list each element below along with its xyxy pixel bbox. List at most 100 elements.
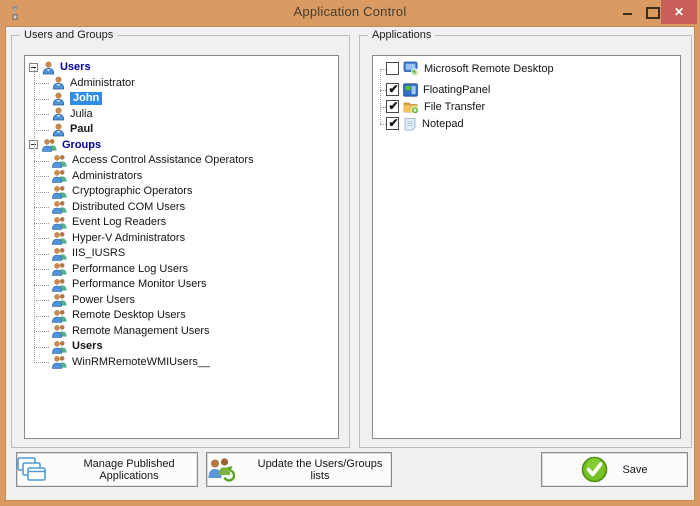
checkbox-floatingpanel-checked[interactable]: ✔ [386, 82, 399, 96]
tree-item-winrmremotewmiusers[interactable]: WinRMRemoteWMIUsers__ [25, 355, 338, 371]
group-icon [52, 216, 67, 230]
group-icon [52, 355, 67, 369]
checkbox-file-transfer-checked[interactable]: ✔ [386, 99, 399, 113]
app-item-floatingpanel[interactable]: ✔ FloatingPanel [373, 81, 680, 98]
tree-connector-line [34, 315, 49, 317]
tree-item-label: IIS_IUSRS [72, 247, 126, 260]
cascading-windows-icon [17, 456, 47, 483]
tree-connector-line [34, 331, 49, 333]
app-item-label: File Transfer [424, 100, 486, 113]
tree-item-label: Paul [70, 123, 94, 136]
tree-item-users[interactable]: Users [25, 339, 338, 355]
tree-item-label: Administrator [70, 76, 135, 89]
group-icon [52, 324, 67, 338]
tree-connector-line [34, 114, 49, 116]
window-title: Application Control [293, 4, 407, 19]
group-icon [52, 185, 67, 199]
tree-connector-line [34, 222, 49, 224]
update-users-groups-label: Update the Users/Groups lists [257, 457, 383, 482]
group-icon [52, 247, 67, 261]
tree-item-label: Hyper-V Administrators [72, 231, 186, 244]
tree-connector-line [34, 191, 49, 193]
tree-item-label: Power Users [72, 293, 135, 306]
app-item-notepad[interactable]: ✔ Notepad [373, 115, 680, 132]
tree-item-label: Cryptographic Operators [72, 185, 193, 198]
save-label: Save [622, 463, 648, 476]
tree-item-remote-desktop-users[interactable]: Remote Desktop Users [25, 308, 338, 324]
floating-panel-icon [403, 82, 418, 97]
update-users-groups-button[interactable]: Update the Users/Groups lists [206, 452, 392, 487]
tree-item-access-control-assistance-operators[interactable]: Access Control Assistance Operators [25, 153, 338, 169]
maximize-button[interactable] [642, 2, 662, 22]
client-area: Users and Groups Users Administrator John J… [5, 26, 695, 501]
tree-connector-line [34, 83, 49, 85]
group-icon [52, 262, 67, 276]
users-groups-groupbox-label: Users and Groups [20, 28, 118, 42]
tree-connector-line [34, 160, 49, 162]
tree-item-cryptographic-operators[interactable]: Cryptographic Operators [25, 184, 338, 200]
tree-item-label: Remote Desktop Users [72, 309, 186, 322]
tree-item-iis-iusrs[interactable]: IIS_IUSRS [25, 246, 338, 262]
user-icon [52, 123, 65, 137]
checkbox-microsoft-remote-desktop-unchecked[interactable] [386, 62, 399, 75]
tree-connector-line [34, 269, 49, 271]
group-icon [52, 340, 67, 354]
application-control-window: Application Control ✕ Users and Groups U… [0, 0, 700, 506]
app-item-label: Notepad [422, 117, 464, 130]
users-groups-treeview: Users Administrator John Julia Paul Groups Acc… [24, 55, 339, 439]
tree-item-distributed-com-users[interactable]: Distributed COM Users [25, 200, 338, 216]
tree-item-label: Performance Monitor Users [72, 278, 207, 291]
tree-item-label: Users [72, 340, 103, 353]
tree-item-john[interactable]: John [25, 91, 338, 107]
group-icon [52, 309, 67, 323]
tree-item-remote-management-users[interactable]: Remote Management Users [25, 324, 338, 340]
tree-trunk-line [380, 68, 381, 124]
user-icon [52, 76, 65, 90]
title-bar: Application Control ✕ [0, 0, 700, 26]
tree-item-label: Distributed COM Users [72, 200, 186, 213]
group-icon [52, 293, 67, 307]
tree-item-label: WinRMRemoteWMIUsers__ [72, 355, 211, 368]
tree-connector-line [34, 284, 49, 286]
user-icon [52, 92, 65, 106]
group-icon [52, 200, 67, 214]
group-icon [52, 154, 67, 168]
checkbox-notepad-checked[interactable]: ✔ [386, 116, 399, 130]
tree-item-label: Remote Management Users [72, 324, 210, 337]
user-icon [42, 61, 55, 75]
tree-item-julia[interactable]: Julia [25, 107, 338, 123]
tree-item-performance-log-users[interactable]: Performance Log Users [25, 262, 338, 278]
save-button[interactable]: Save [541, 452, 688, 487]
group-icon [52, 278, 67, 292]
tree-item-event-log-readers[interactable]: Event Log Readers [25, 215, 338, 231]
tree-connector-line [34, 253, 49, 255]
tree-item-label: Administrators [72, 169, 143, 182]
tree-item-administrator[interactable]: Administrator [25, 76, 338, 92]
manage-published-applications-button[interactable]: Manage Published Applications [16, 452, 198, 487]
close-button[interactable]: ✕ [661, 0, 697, 24]
app-item-file-transfer[interactable]: ✔ File Transfer [373, 98, 680, 115]
green-check-icon [581, 456, 608, 483]
checkmark-icon: ✔ [388, 99, 399, 113]
tree-connector-line [34, 362, 49, 364]
tree-item-hyper-v-administrators[interactable]: Hyper-V Administrators [25, 231, 338, 247]
app-item-microsoft-remote-desktop[interactable]: Microsoft Remote Desktop [373, 60, 680, 77]
tree-item-performance-monitor-users[interactable]: Performance Monitor Users [25, 277, 338, 293]
tree-item-paul[interactable]: Paul [25, 122, 338, 138]
tree-item-users-node[interactable]: Users [25, 60, 338, 76]
tree-item-power-users[interactable]: Power Users [25, 293, 338, 309]
tree-connector-line [34, 300, 49, 302]
tree-item-label: Performance Log Users [72, 262, 189, 275]
checkmark-icon: ✔ [388, 82, 399, 96]
users-groups-groupbox: Users and Groups Users Administrator John J… [11, 28, 350, 448]
tree-item-groups-node[interactable]: Groups [25, 138, 338, 154]
user-icon [52, 107, 65, 121]
remote-desktop-icon [403, 61, 419, 76]
tree-item-administrators[interactable]: Administrators [25, 169, 338, 185]
tree-connector-line [34, 176, 49, 178]
tree-connector-line [34, 207, 49, 209]
tree-item-label: Access Control Assistance Operators [72, 154, 254, 167]
tree-trunk-line [34, 68, 35, 363]
applications-treeview: Microsoft Remote Desktop ✔ FloatingPanel ✔ F… [372, 55, 681, 439]
minimize-button[interactable] [618, 2, 638, 22]
